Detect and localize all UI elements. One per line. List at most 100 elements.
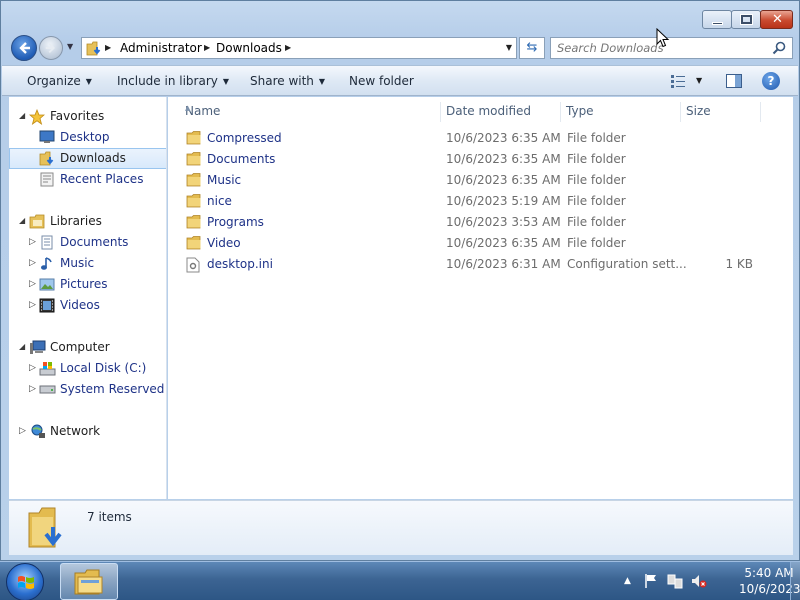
chevron-down-icon: ▼ [222, 77, 230, 86]
file-name[interactable]: Documents [207, 152, 275, 166]
breadcrumb-separator-icon[interactable]: ▶ [204, 43, 210, 52]
column-header-name[interactable]: Name ▲ [180, 102, 441, 122]
maximize-icon [740, 14, 753, 25]
table-row[interactable]: Programs 10/6/2023 3:53 AM File folder [182, 212, 782, 233]
folder-icon [186, 131, 202, 148]
file-type: File folder [567, 173, 626, 187]
back-button[interactable] [11, 35, 37, 61]
collapsed-triangle-icon[interactable]: ▷ [29, 300, 36, 310]
table-row[interactable]: Compressed 10/6/2023 6:35 AM File folder [182, 128, 782, 149]
window-controls: ✕ [702, 10, 793, 29]
recent-places-icon [40, 172, 54, 187]
change-view-icon[interactable] [670, 74, 686, 88]
organize-button[interactable]: Organize ▼ [27, 74, 92, 88]
close-button[interactable]: ✕ [760, 10, 793, 29]
explorer-window: ✕ ▼ ▶ Administrator ▶ Downloads ▶ ▼ ⇆ Se… [0, 0, 800, 561]
file-type: File folder [567, 236, 626, 250]
nav-libraries[interactable]: ◢ Libraries [9, 211, 166, 232]
network-icon [31, 424, 45, 438]
address-bar[interactable]: ▶ Administrator ▶ Downloads ▶ ▼ [81, 37, 517, 59]
nav-network[interactable]: ▷ Network [9, 421, 166, 442]
show-hidden-icons-icon[interactable]: ▲ [624, 576, 631, 586]
collapsed-triangle-icon[interactable]: ▷ [29, 363, 36, 373]
collapsed-triangle-icon[interactable]: ▷ [29, 384, 36, 394]
expanded-triangle-icon[interactable]: ◢ [19, 342, 25, 351]
nav-favorites[interactable]: ◢ Favorites [9, 106, 166, 127]
nav-local-disk[interactable]: ▷ Local Disk (C:) [9, 358, 166, 379]
network-status-icon[interactable] [667, 573, 683, 589]
file-name[interactable]: desktop.ini [207, 257, 273, 271]
share-with-button[interactable]: Share with ▼ [250, 74, 325, 88]
chevron-down-icon: ▼ [318, 77, 326, 86]
expanded-triangle-icon[interactable]: ◢ [19, 216, 25, 225]
folder-icon [186, 215, 202, 232]
breadcrumb-separator-icon[interactable]: ▶ [285, 43, 291, 52]
file-name[interactable]: nice [207, 194, 232, 208]
start-button[interactable] [6, 563, 44, 600]
help-icon[interactable]: ? [762, 72, 780, 90]
view-options-dropdown-icon[interactable]: ▼ [696, 76, 702, 85]
nav-system-reserved[interactable]: ▷ System Reserved (E:) [9, 379, 166, 400]
address-history-dropdown-icon[interactable]: ▼ [506, 43, 512, 52]
nav-downloads[interactable]: Downloads [9, 148, 166, 169]
collapsed-triangle-icon[interactable]: ▷ [19, 426, 26, 436]
new-folder-button[interactable]: New folder [349, 74, 414, 88]
nav-pictures[interactable]: ▷ Pictures [9, 274, 166, 295]
file-date: 10/6/2023 6:35 AM [446, 173, 561, 187]
minimize-button[interactable] [702, 10, 732, 29]
file-name[interactable]: Programs [207, 215, 264, 229]
expanded-triangle-icon[interactable]: ◢ [19, 111, 25, 120]
folder-icon [186, 152, 202, 169]
file-date: 10/6/2023 6:35 AM [446, 236, 561, 250]
file-name[interactable]: Video [207, 236, 241, 250]
forward-button[interactable] [39, 36, 63, 60]
settings-file-icon [186, 257, 200, 276]
address-row: ▼ ▶ Administrator ▶ Downloads ▶ ▼ ⇆ [9, 34, 793, 62]
preview-pane-icon[interactable] [726, 74, 742, 88]
maximize-button[interactable] [731, 10, 761, 29]
folder-icon [186, 173, 202, 190]
breadcrumb-administrator[interactable]: Administrator [120, 41, 202, 55]
sort-ascending-icon: ▲ [185, 104, 191, 112]
collapsed-triangle-icon[interactable]: ▷ [29, 258, 36, 268]
nav-music[interactable]: ▷ Music [9, 253, 166, 274]
nav-documents[interactable]: ▷ Documents [9, 232, 166, 253]
breadcrumb-downloads[interactable]: Downloads [216, 41, 282, 55]
collapsed-triangle-icon[interactable]: ▷ [29, 237, 36, 247]
file-size: 1 KB [725, 257, 753, 271]
refresh-button[interactable]: ⇆ [519, 37, 545, 59]
action-center-flag-icon[interactable] [644, 573, 658, 589]
table-row[interactable]: nice 10/6/2023 5:19 AM File folder [182, 191, 782, 212]
column-header-date-modified[interactable]: Date modified [441, 102, 561, 122]
file-type: File folder [567, 194, 626, 208]
downloads-icon [39, 151, 54, 166]
table-row[interactable]: Video 10/6/2023 6:35 AM File folder [182, 233, 782, 254]
table-row[interactable]: Music 10/6/2023 6:35 AM File folder [182, 170, 782, 191]
nav-videos[interactable]: ▷ Videos [9, 295, 166, 316]
table-row[interactable]: desktop.ini 10/6/2023 6:31 AM Configuratio… [182, 254, 782, 275]
file-name[interactable]: Compressed [207, 131, 282, 145]
search-icon[interactable] [772, 41, 786, 55]
pictures-icon [39, 278, 55, 291]
folder-icon [186, 236, 202, 253]
taskbar-windows-explorer[interactable] [60, 563, 118, 600]
libraries-icon [29, 214, 45, 229]
nav-desktop[interactable]: Desktop [9, 127, 166, 148]
search-box[interactable] [550, 37, 793, 59]
breadcrumb-separator-icon[interactable]: ▶ [105, 43, 111, 52]
file-type: File folder [567, 215, 626, 229]
desktop-icon [39, 130, 55, 143]
show-desktop-button[interactable] [790, 562, 800, 600]
recent-locations-dropdown-icon[interactable]: ▼ [67, 42, 73, 51]
minimize-icon [712, 22, 723, 25]
title-bar[interactable]: ✕ [1, 1, 799, 31]
collapsed-triangle-icon[interactable]: ▷ [29, 279, 36, 289]
table-row[interactable]: Documents 10/6/2023 6:35 AM File folder [182, 149, 782, 170]
include-in-library-button[interactable]: Include in library ▼ [117, 74, 229, 88]
file-name[interactable]: Music [207, 173, 241, 187]
nav-computer[interactable]: ◢ Computer [9, 337, 166, 358]
column-header-type[interactable]: Type [561, 102, 681, 122]
nav-recent-places[interactable]: Recent Places [9, 169, 166, 190]
column-header-size[interactable]: Size [681, 102, 761, 122]
volume-muted-icon[interactable] [691, 573, 707, 589]
